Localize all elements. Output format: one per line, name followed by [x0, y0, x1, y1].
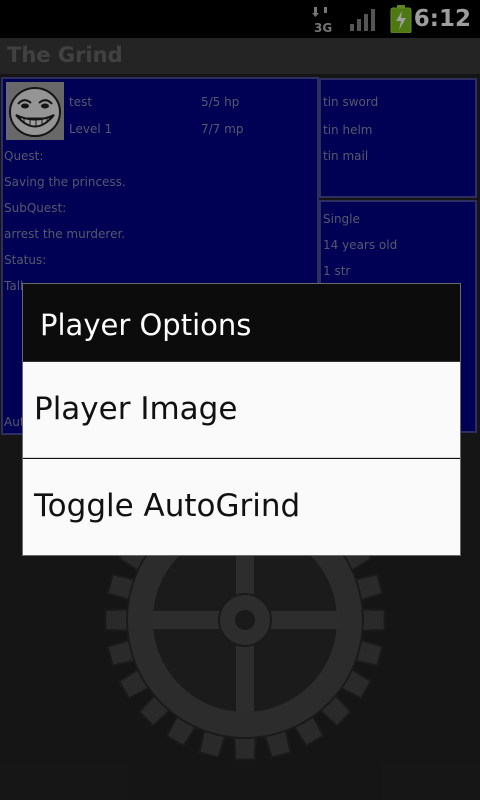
dialog-header: Player Options	[23, 284, 460, 362]
toggle-autogrind-option-label: Toggle AutoGrind	[34, 488, 301, 524]
player-image-option-label: Player Image	[34, 391, 238, 427]
toggle-autogrind-option[interactable]: Toggle AutoGrind	[23, 459, 460, 555]
dialog-title: Player Options	[40, 308, 252, 342]
player-options-dialog: Player Options Player Image Toggle AutoG…	[22, 283, 461, 556]
player-image-option[interactable]: Player Image	[23, 362, 460, 458]
